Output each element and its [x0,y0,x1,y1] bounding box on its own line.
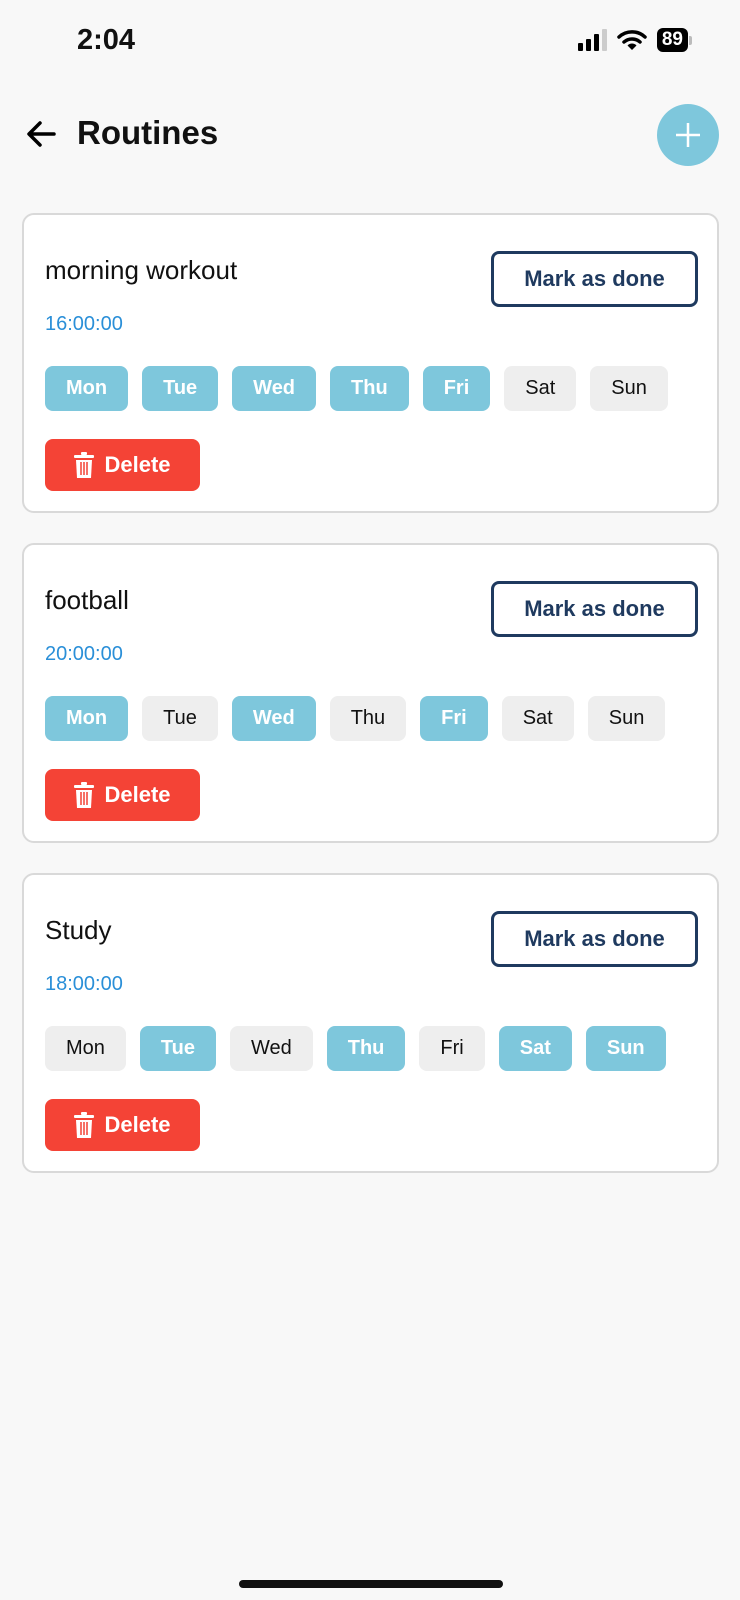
day-chip-mon[interactable]: Mon [45,366,129,411]
day-chip-fri[interactable]: Fri [422,366,491,411]
day-chip-sat[interactable]: Sat [501,696,574,741]
battery-level: 89 [656,28,688,52]
day-chip-fri[interactable]: Fri [419,1026,485,1071]
routine-time: 20:00:00 [45,643,123,665]
wifi-icon [617,30,647,50]
routine-name: football [45,585,129,615]
day-chip-thu[interactable]: Thu [330,366,409,411]
battery-icon: 89 [656,28,692,52]
day-chip-sun[interactable]: Sun [585,1026,666,1071]
day-chip-wed[interactable]: Wed [231,696,316,741]
day-chip-sat[interactable]: Sat [498,1026,572,1071]
home-indicator[interactable] [239,1580,503,1588]
plus-icon [676,123,700,147]
delete-label: Delete [104,1112,171,1137]
routine-card: Study Mark as done 18:00:00 Mon Tue Wed Thu… [22,873,719,1173]
day-chip-tue[interactable]: Tue [139,1026,216,1071]
delete-label: Delete [104,452,171,477]
day-chip-fri[interactable]: Fri [420,696,488,741]
day-chip-thu[interactable]: Thu [326,1026,406,1071]
trash-icon [74,452,95,478]
trash-icon [74,782,95,808]
trash-icon [74,1112,95,1138]
add-routine-button[interactable] [657,104,719,166]
mark-as-done-button[interactable]: Mark as done [491,911,698,967]
mark-as-done-button[interactable]: Mark as done [491,581,698,637]
day-chip-tue[interactable]: Tue [142,366,219,411]
day-chip-sat[interactable]: Sat [504,366,577,411]
routine-time: 16:00:00 [45,313,123,335]
status-time: 2:04 [77,24,136,56]
back-button[interactable] [24,116,60,152]
routine-card: morning workout Mark as done 16:00:00 Mo… [22,213,719,513]
routine-card: football Mark as done 20:00:00 Mon Tue Wed… [22,543,719,843]
day-selector: Mon Tue Wed Thu Fri Sat Sun [45,1026,666,1071]
day-chip-sun[interactable]: Sun [587,696,666,741]
status-bar: 2:04 89 [0,0,740,80]
routine-time: 18:00:00 [45,973,123,995]
day-chip-sun[interactable]: Sun [590,366,668,411]
page-title: Routines [77,114,219,151]
delete-button[interactable]: Delete [45,1099,200,1151]
routine-name: Study [45,915,112,945]
day-chip-wed[interactable]: Wed [229,1026,313,1071]
day-chip-mon[interactable]: Mon [45,1026,126,1071]
delete-button[interactable]: Delete [45,439,200,491]
cellular-signal-icon [577,29,607,51]
delete-label: Delete [104,782,171,807]
arrow-left-icon [27,121,56,147]
routine-list: morning workout Mark as done 16:00:00 Mo… [22,213,719,1173]
day-selector: Mon Tue Wed Thu Fri Sat Sun [45,696,666,741]
delete-button[interactable]: Delete [45,769,200,821]
day-chip-thu[interactable]: Thu [329,696,407,741]
routine-name: morning workout [45,255,238,285]
status-icons: 89 [577,28,692,52]
mark-as-done-button[interactable]: Mark as done [491,251,698,307]
day-selector: Mon Tue Wed Thu Fri Sat Sun [45,366,668,411]
header: Routines [0,100,740,170]
day-chip-wed[interactable]: Wed [232,366,317,411]
day-chip-tue[interactable]: Tue [142,696,218,741]
day-chip-mon[interactable]: Mon [45,696,129,741]
